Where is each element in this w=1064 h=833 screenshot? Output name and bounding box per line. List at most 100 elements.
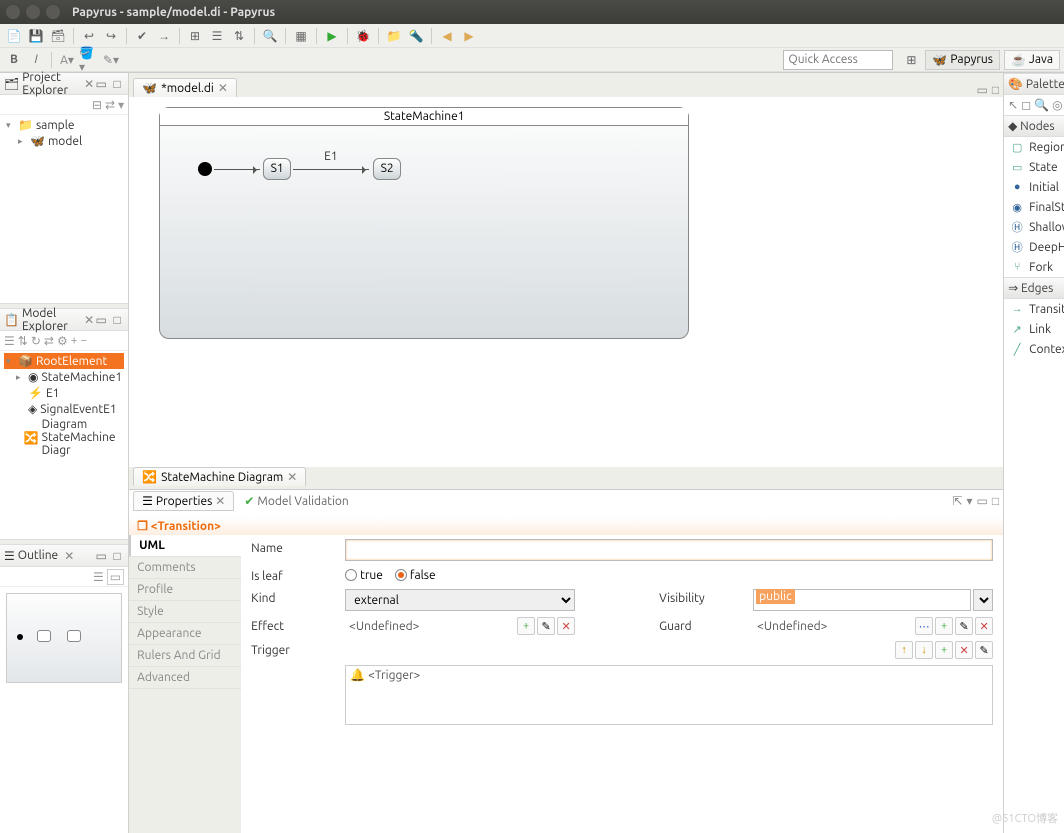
- diagram-tab[interactable]: 🔀 StateMachine Diagram ✕: [133, 467, 306, 486]
- transition-arrow[interactable]: [214, 169, 260, 170]
- zoom-out-icon[interactable]: ◎: [1052, 98, 1062, 112]
- quick-access-input[interactable]: [783, 50, 893, 70]
- minimize-view-icon[interactable]: ▭: [94, 77, 108, 91]
- maximize-window-icon[interactable]: [46, 5, 60, 19]
- statemachine-frame[interactable]: StateMachine1 S1 E1 S2: [159, 107, 689, 339]
- palette-fork[interactable]: ⑂Fork: [1004, 257, 1064, 277]
- minimize-view-icon[interactable]: ▭: [94, 313, 108, 327]
- palette-deep[interactable]: ⒽDeepHistory: [1004, 237, 1064, 257]
- cat-comments[interactable]: Comments: [129, 557, 241, 579]
- initial-node[interactable]: [198, 162, 212, 176]
- palette-final[interactable]: ◉FinalState: [1004, 197, 1064, 217]
- diagram-item[interactable]: 🔀Diagram StateMachine Diagr: [4, 417, 124, 458]
- perspective-papyrus[interactable]: 🦋 Papyrus: [925, 50, 1000, 70]
- transition-e1[interactable]: [293, 169, 369, 170]
- remove-guard-icon[interactable]: ✕: [975, 617, 993, 635]
- cat-advanced[interactable]: Advanced: [129, 667, 241, 689]
- model-validation-tab[interactable]: ✔ Model Validation: [236, 492, 356, 510]
- search-icon[interactable]: 🔦: [406, 27, 426, 45]
- model-item[interactable]: ▸🦋model: [4, 133, 124, 149]
- nodes-section[interactable]: ◆ Nodes ∞: [1004, 115, 1064, 137]
- save-all-icon[interactable]: 🗃: [48, 27, 68, 45]
- add-effect-icon[interactable]: +: [517, 617, 535, 635]
- kind-select[interactable]: external: [345, 589, 575, 611]
- run-icon[interactable]: ▶: [322, 27, 342, 45]
- close-icon[interactable]: ✕: [64, 549, 74, 563]
- collapse-icon[interactable]: −: [81, 334, 88, 347]
- minimize-view-icon[interactable]: ▭: [94, 549, 108, 563]
- browse-guard-icon[interactable]: ⋯: [915, 617, 933, 635]
- edit-trigger-icon[interactable]: ✎: [975, 641, 993, 659]
- diagram-canvas[interactable]: StateMachine1 S1 E1 S2: [129, 97, 1003, 467]
- folder-icon[interactable]: 📁: [384, 27, 404, 45]
- forward-icon[interactable]: ▶: [459, 27, 479, 45]
- debug-icon[interactable]: 🐞: [353, 27, 373, 45]
- remove-trigger-icon[interactable]: ✕: [955, 641, 973, 659]
- grid-icon[interactable]: ▦: [291, 27, 311, 45]
- edit-guard-icon[interactable]: ✎: [955, 617, 973, 635]
- palette-initial[interactable]: ●Initial: [1004, 177, 1064, 197]
- outline-tree-icon[interactable]: ☰: [93, 570, 104, 584]
- zoom-in-icon[interactable]: 🔍: [1034, 98, 1049, 112]
- maximize-view-icon[interactable]: □: [110, 549, 124, 563]
- palette-context[interactable]: ╱ContextLink: [1004, 339, 1064, 359]
- zoom-icon[interactable]: 🔍: [260, 27, 280, 45]
- marquee-icon[interactable]: ◻: [1021, 98, 1031, 112]
- properties-tab[interactable]: ☰ Properties ✕: [133, 491, 234, 511]
- remove-effect-icon[interactable]: ✕: [557, 617, 575, 635]
- cat-appearance[interactable]: Appearance: [129, 623, 241, 645]
- maximize-view-icon[interactable]: □: [110, 313, 124, 327]
- maximize-panel-icon[interactable]: □: [992, 494, 999, 508]
- isleaf-false[interactable]: false: [395, 569, 436, 582]
- cat-uml[interactable]: UML: [129, 535, 241, 557]
- trigger-item[interactable]: 🔔 <Trigger>: [350, 668, 988, 682]
- e1-item[interactable]: ⚡E1: [4, 385, 124, 401]
- minimize-panel-icon[interactable]: ▭: [977, 494, 988, 508]
- distribute-icon[interactable]: ⇅: [229, 27, 249, 45]
- align-icon[interactable]: ☰: [207, 27, 227, 45]
- refresh-icon[interactable]: ↻: [31, 334, 41, 348]
- open-perspective-icon[interactable]: ⊞: [901, 51, 921, 69]
- isleaf-true[interactable]: true: [345, 569, 383, 582]
- close-tab-icon[interactable]: ✕: [287, 470, 297, 484]
- sort-icon[interactable]: ⇅: [18, 334, 28, 348]
- edges-section[interactable]: ⇒ Edges ∞: [1004, 277, 1064, 299]
- save-icon[interactable]: 💾: [26, 27, 46, 45]
- minimize-window-icon[interactable]: [26, 5, 40, 19]
- maximize-view-icon[interactable]: □: [110, 77, 124, 91]
- maximize-editor-icon[interactable]: □: [992, 83, 999, 97]
- outline-thumbnail[interactable]: [6, 593, 122, 683]
- state-s1[interactable]: S1: [263, 158, 291, 180]
- visibility-select[interactable]: public: [753, 589, 971, 611]
- arrow-icon[interactable]: →: [154, 27, 174, 45]
- root-element[interactable]: ▾📦RootElement: [4, 353, 124, 369]
- palette-transition[interactable]: →Transition: [1004, 299, 1064, 319]
- view-menu-icon[interactable]: ▾: [118, 98, 124, 112]
- undo-icon[interactable]: ↩: [79, 27, 99, 45]
- palette-region[interactable]: ▢Region: [1004, 137, 1064, 157]
- trigger-list[interactable]: 🔔 <Trigger>: [345, 665, 993, 725]
- add-trigger-icon[interactable]: +: [935, 641, 953, 659]
- close-tab-icon[interactable]: ✕: [218, 81, 228, 95]
- cat-rulers[interactable]: Rulers And Grid: [129, 645, 241, 667]
- editor-tab[interactable]: 🦋 *model.di ✕: [133, 78, 237, 97]
- cat-profile[interactable]: Profile: [129, 579, 241, 601]
- edit-effect-icon[interactable]: ✎: [537, 617, 555, 635]
- project-item[interactable]: ▾📁sample: [4, 117, 124, 133]
- redo-icon[interactable]: ↪: [101, 27, 121, 45]
- back-icon[interactable]: ◀: [437, 27, 457, 45]
- cat-style[interactable]: Style: [129, 601, 241, 623]
- view-menu-icon[interactable]: ▾: [967, 494, 973, 508]
- line-color-icon[interactable]: ✎▾: [101, 51, 121, 69]
- tree-icon[interactable]: ☰: [4, 334, 15, 348]
- fill-color-icon[interactable]: 🪣▾: [79, 51, 99, 69]
- minimize-editor-icon[interactable]: ▭: [977, 83, 988, 97]
- link-icon[interactable]: ⇄: [44, 334, 54, 348]
- collapse-all-icon[interactable]: ⊟: [92, 98, 102, 112]
- name-input[interactable]: [345, 539, 993, 561]
- close-window-icon[interactable]: [6, 5, 20, 19]
- new-icon[interactable]: 📄: [4, 27, 24, 45]
- palette-link[interactable]: ↗Link: [1004, 319, 1064, 339]
- outline-overview-icon[interactable]: ▭: [107, 569, 124, 585]
- visibility-dropdown[interactable]: [973, 589, 993, 611]
